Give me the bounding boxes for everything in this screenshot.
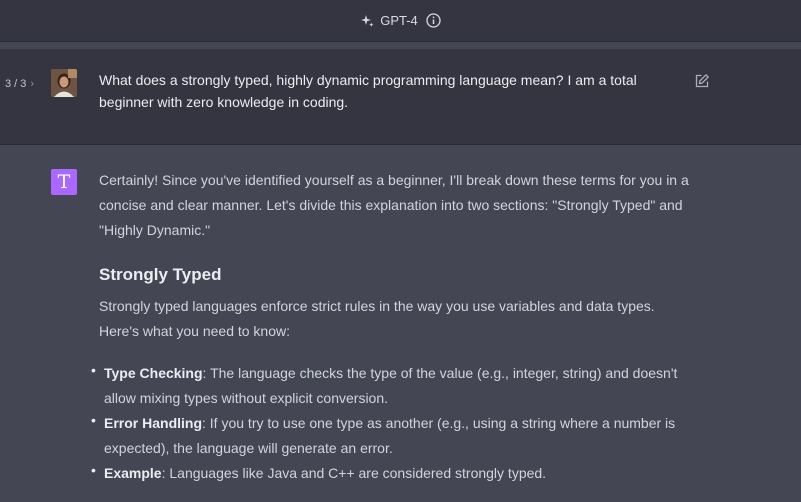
assistant-message: T Certainly! Since you've identified you… (0, 146, 801, 502)
list-item: Type Checking: The language checks the t… (91, 358, 689, 411)
assistant-avatar: T (51, 169, 77, 195)
user-message-text: What does a strongly typed, highly dynam… (99, 72, 637, 110)
assistant-message-content: Certainly! Since you've identified yours… (91, 168, 689, 486)
model-header: GPT-4 (0, 0, 801, 42)
bullet-list: Type Checking: The language checks the t… (91, 358, 689, 486)
info-icon[interactable] (426, 13, 441, 28)
model-label: GPT-4 (380, 13, 418, 28)
sparkle-icon (360, 14, 374, 28)
user-message: 3 / 3 › What does a strongly typed, high… (0, 49, 801, 145)
message-pager: 3 / 3 › (5, 78, 34, 90)
bullet-term: Error Handling (104, 415, 203, 431)
assistant-intro: Certainly! Since you've identified yours… (99, 172, 689, 238)
bullet-term: Type Checking (104, 365, 203, 381)
section-intro: Strongly typed languages enforce strict … (99, 298, 655, 339)
bullet-text: : Languages like Java and C++ are consid… (161, 465, 547, 481)
edit-icon[interactable] (694, 73, 710, 89)
section-heading: Strongly Typed (99, 265, 222, 284)
list-item: Error Handling: If you try to use one ty… (91, 408, 689, 461)
list-item: Example: Languages like Java and C++ are… (91, 458, 689, 486)
bullet-term: Example (104, 465, 162, 481)
pager-count: 3 / 3 (5, 78, 27, 90)
user-avatar (51, 69, 77, 97)
chevron-right-icon[interactable]: › (30, 78, 34, 90)
